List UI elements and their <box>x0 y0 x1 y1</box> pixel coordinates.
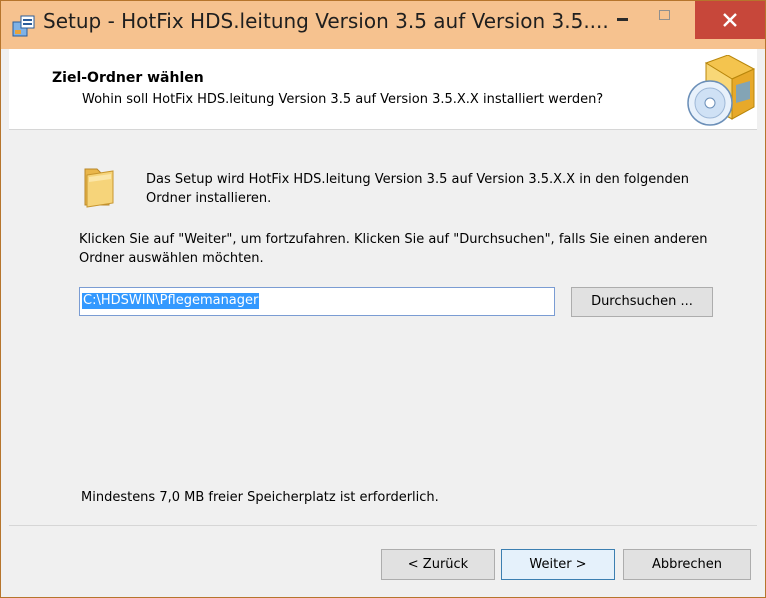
disk-space-note: Mindestens 7,0 MB freier Speicherplatz i… <box>81 490 439 505</box>
close-icon <box>723 13 737 27</box>
back-button[interactable]: < Zurück <box>381 549 495 580</box>
cancel-button[interactable]: Abbrechen <box>623 549 751 580</box>
install-path-input[interactable]: C:\HDSWIN\Pflegemanager <box>79 287 555 316</box>
install-path-value: C:\HDSWIN\Pflegemanager <box>82 293 260 309</box>
title-bar[interactable]: Setup - HotFix HDS.leitung Version 3.5 a… <box>1 1 765 49</box>
intro-text: Das Setup wird HotFix HDS.leitung Versio… <box>146 172 689 206</box>
close-button[interactable] <box>695 1 765 39</box>
minimize-button[interactable] <box>601 1 645 33</box>
instruction-text: Klicken Sie auf "Weiter", um fortzufahre… <box>79 232 708 266</box>
folder-icon <box>84 168 114 208</box>
setup-package-icon <box>12 15 35 37</box>
wizard-header: Ziel-Ordner wählen Wohin soll HotFix HDS… <box>9 49 757 129</box>
minimize-icon <box>617 18 628 21</box>
installer-box-disc-icon <box>687 55 756 126</box>
page-title: Ziel-Ordner wählen <box>52 70 204 86</box>
wizard-content: Das Setup wird HotFix HDS.leitung Versio… <box>9 130 757 525</box>
footer-divider <box>9 525 757 526</box>
maximize-icon <box>659 10 670 20</box>
window-title: Setup - HotFix HDS.leitung Version 3.5 a… <box>43 9 609 33</box>
next-button[interactable]: Weiter > <box>501 549 615 580</box>
maximize-button[interactable] <box>643 1 687 33</box>
setup-window: Setup - HotFix HDS.leitung Version 3.5 a… <box>0 0 766 598</box>
browse-button[interactable]: Durchsuchen ... <box>571 287 713 317</box>
page-subtitle: Wohin soll HotFix HDS.leitung Version 3.… <box>82 92 604 107</box>
